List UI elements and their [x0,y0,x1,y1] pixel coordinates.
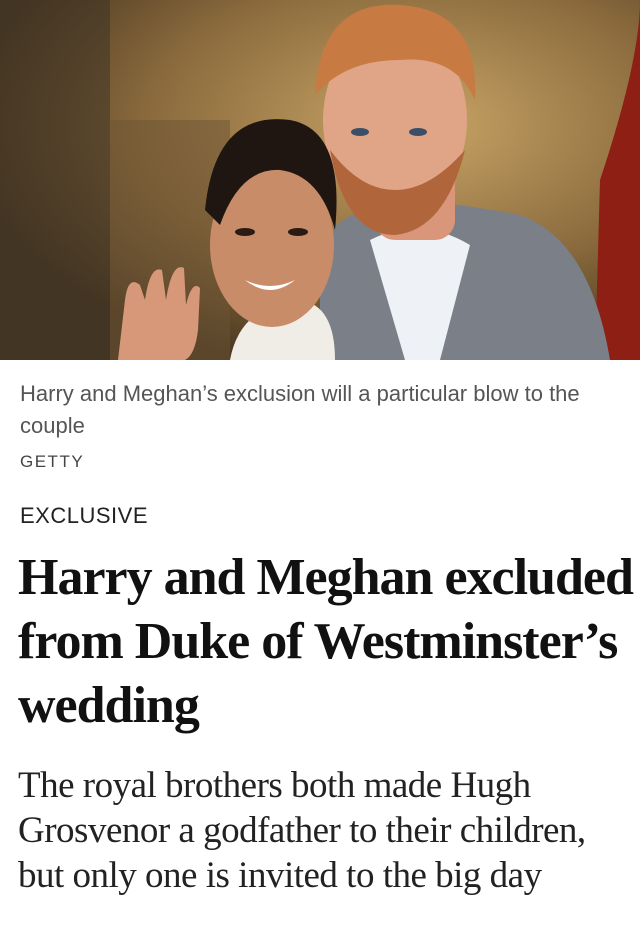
article-headline: Harry and Meghan excluded from Duke of W… [18,549,634,734]
article-standfirst: The royal brothers both made Hugh Grosve… [18,765,586,896]
article-kicker: EXCLUSIVE [20,503,148,528]
hero-photo[interactable] [0,0,640,360]
image-credit: GETTY [20,452,85,471]
image-caption: Harry and Meghan’s exclusion will a part… [20,381,580,438]
photo-illustration [0,0,640,360]
